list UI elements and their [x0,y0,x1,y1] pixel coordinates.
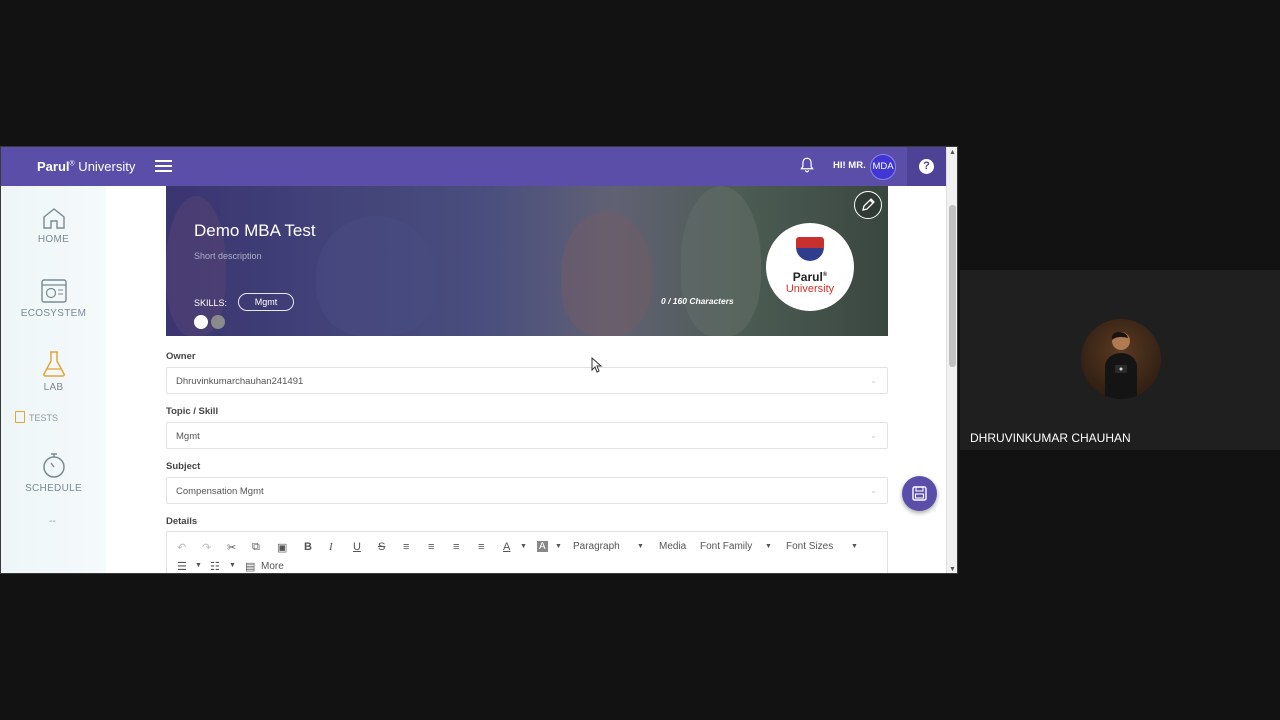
edit-banner-button[interactable] [854,191,882,219]
user-avatar[interactable]: MDA [870,154,896,180]
align-center-icon[interactable]: ≡ [428,541,434,553]
subject-select[interactable]: Compensation Mgmt ⌄ [166,477,888,504]
participant-name: DHRUVINKUMAR CHAUHAN [970,431,1131,445]
strikethrough-icon[interactable]: S [378,541,385,553]
details-label: Details [166,516,198,527]
caret-down-icon[interactable]: ▼ [229,562,236,569]
caret-down-icon[interactable]: ▼ [765,543,772,550]
text-color-icon[interactable]: A [503,541,510,553]
home-icon [42,208,65,229]
logo-name: Parul® [792,270,828,284]
user-greeting: HI! MR. [833,160,866,171]
sidebar-item-label: TESTS [29,413,59,423]
align-left-icon[interactable]: ≡ [403,541,409,553]
university-logo: Parul® University [766,223,854,311]
cut-icon[interactable]: ✂ [227,541,236,554]
chevron-down-icon: ⌄ [870,376,877,385]
top-navbar: Parul® University HI! MR. MDA ? [1,147,947,186]
scrollbar-thumb[interactable] [949,205,956,367]
chevron-down-icon: ⌄ [870,431,877,440]
page-scrollbar[interactable]: ▲ ▼ [946,147,957,573]
flask-icon [42,351,65,377]
sidebar-item-label: LAB [43,382,64,393]
caret-down-icon[interactable]: ▼ [637,543,644,550]
paste-icon[interactable]: ▣ [277,541,287,554]
main-content: Demo MBA Test Short description SKILLS: … [106,186,947,573]
theme-dot-grey[interactable] [211,315,225,329]
media-button[interactable]: Media [659,541,686,552]
owner-value: Dhruvinkumarchauhan241491 [176,376,304,387]
character-counter: 0 / 160 Characters [661,296,734,306]
sidebar-item-home[interactable]: HOME [1,206,106,245]
paragraph-dropdown[interactable]: Paragraph [573,541,620,552]
font-sizes-dropdown[interactable]: Font Sizes [786,541,833,552]
crest-icon [796,237,824,261]
sidebar-item-lab[interactable]: LAB [1,350,106,393]
owner-label: Owner [166,351,196,362]
menu-icon[interactable] [155,160,172,173]
copy-icon[interactable]: ⧉ [252,541,260,554]
floppy-disk-icon [912,486,927,501]
ecosystem-icon [40,279,67,303]
align-right-icon[interactable]: ≡ [453,541,459,553]
bold-icon[interactable]: B [304,541,312,553]
shared-screen: Parul® University HI! MR. MDA ? HOME ECO… [0,146,958,574]
meeting-stage: Parul® University HI! MR. MDA ? HOME ECO… [0,0,1280,720]
sidebar-item-label: ECOSYSTEM [20,308,87,319]
test-title[interactable]: Demo MBA Test [194,221,316,241]
help-icon: ? [919,159,934,174]
scroll-up-icon[interactable]: ▲ [949,149,956,156]
topic-label: Topic / Skill [166,406,219,417]
caret-down-icon[interactable]: ▼ [520,543,527,550]
owner-select[interactable]: Dhruvinkumarchauhan241491 ⌄ [166,367,888,394]
italic-icon[interactable]: I [329,541,333,553]
document-icon [15,411,25,423]
mouse-cursor-icon [591,357,603,373]
brand-logo[interactable]: Parul® University [37,159,135,174]
chevron-down-icon: ⌄ [870,486,877,495]
description-input[interactable]: Short description [194,251,262,261]
topic-value: Mgmt [176,431,200,442]
sidebar-item-schedule[interactable]: SCHEDULE [1,451,106,494]
theme-dot-white[interactable] [194,315,208,329]
more-button[interactable]: More [261,561,284,572]
redo-icon[interactable]: ↷ [202,541,211,554]
caret-down-icon[interactable]: ▼ [851,543,858,550]
caret-down-icon[interactable]: ▼ [195,562,202,569]
skill-chip[interactable]: Mgmt [238,293,294,311]
subject-label: Subject [166,461,201,472]
sidebar-more[interactable]: -- [49,516,56,527]
sidebar-item-label: HOME [37,234,70,245]
save-button[interactable] [902,476,937,511]
logo-subtitle: University [785,283,835,295]
sidebar: HOME ECOSYSTEM LAB TESTS SCHEDULE -- [1,186,106,573]
underline-icon[interactable]: U [353,541,361,553]
justify-icon[interactable]: ≡ [478,541,484,553]
bell-icon[interactable] [798,156,816,174]
more-icon[interactable]: ▤ [245,560,255,573]
test-banner: Demo MBA Test Short description SKILLS: … [166,186,888,336]
sidebar-item-ecosystem[interactable]: ECOSYSTEM [1,278,106,319]
scroll-down-icon[interactable]: ▼ [949,566,956,573]
help-button[interactable]: ? [907,147,947,186]
undo-icon[interactable]: ↶ [177,541,186,554]
participant-tile[interactable]: DHRUVINKUMAR CHAUHAN [960,270,1280,450]
subject-value: Compensation Mgmt [176,486,264,497]
participant-video [1081,319,1161,399]
caret-down-icon[interactable]: ▼ [555,543,562,550]
stopwatch-icon [42,453,65,478]
bg-color-icon[interactable]: A [537,541,548,552]
skills-label: SKILLS: [194,298,228,308]
topic-select[interactable]: Mgmt ⌄ [166,422,888,449]
bullet-list-icon[interactable]: ☰ [177,560,187,573]
numbered-list-icon[interactable]: ☷ [210,560,220,573]
person-icon [1105,332,1137,399]
font-family-dropdown[interactable]: Font Family [700,541,752,552]
rich-text-editor: ↶ ↷ ✂ ⧉ ▣ B I U S ≡ ≡ ≡ ≡ A ▼ A ▼ Paragr… [166,531,888,573]
sidebar-item-tests[interactable]: TESTS [15,411,58,423]
pencil-icon [862,198,875,211]
sidebar-item-label: SCHEDULE [25,483,82,494]
